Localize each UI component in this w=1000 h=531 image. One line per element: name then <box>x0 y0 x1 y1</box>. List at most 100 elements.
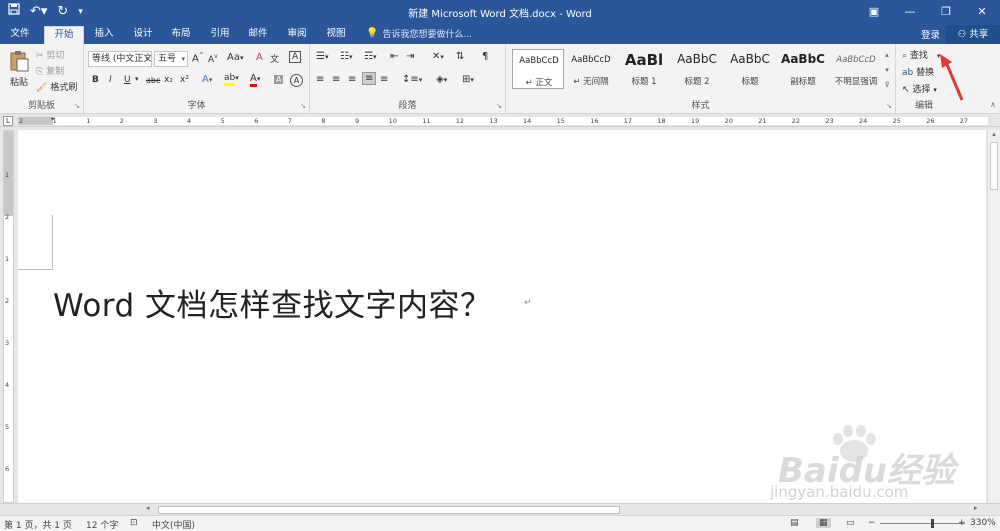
bold-button[interactable]: B <box>92 75 99 85</box>
tab-selector-icon[interactable]: L <box>3 116 13 126</box>
clipboard-icon <box>10 51 29 72</box>
tab-mailings[interactable]: 邮件 <box>242 26 274 44</box>
minimize-icon[interactable]: — <box>892 0 928 24</box>
paste-button[interactable]: 粘贴 <box>6 50 32 88</box>
tab-references[interactable]: 引用 <box>204 26 236 44</box>
ribbon-display-icon[interactable]: ▣ <box>856 0 892 24</box>
change-case-button[interactable]: Aa▾ <box>227 52 243 63</box>
justify-icon[interactable]: ≡ <box>362 72 377 85</box>
borders-icon[interactable]: ⊞▾ <box>462 74 474 85</box>
chevron-up-icon[interactable]: ▴ <box>882 48 892 63</box>
style-heading-1[interactable]: AaBl 标题 1 <box>618 49 670 89</box>
zoom-out-icon[interactable]: − <box>868 518 876 528</box>
zoom-in-icon[interactable]: + <box>958 518 966 528</box>
subscript-button[interactable]: x₂ <box>164 75 173 85</box>
char-shading-button[interactable]: A <box>274 75 284 84</box>
text-effects-button[interactable]: A▾ <box>202 74 212 85</box>
font-size-dropdown[interactable]: 五号 ▾ <box>154 51 188 67</box>
strikethrough-button[interactable]: abc <box>146 76 160 85</box>
clipboard-launcher-icon[interactable]: ↘ <box>74 102 80 110</box>
vertical-scroll-thumb[interactable] <box>990 142 998 190</box>
underline-button[interactable]: U <box>124 75 131 85</box>
copy-button[interactable]: ⎘ 复制 <box>36 64 64 77</box>
underline-dropdown-icon[interactable]: ▾ <box>135 75 139 83</box>
word-count[interactable]: 12 个字 <box>86 518 118 531</box>
numbering-icon[interactable]: ☷▾ <box>340 51 352 62</box>
tab-insert[interactable]: 插入 <box>88 26 120 44</box>
read-mode-icon[interactable]: ▤ <box>790 518 799 528</box>
collapse-ribbon-icon[interactable]: ∧ <box>990 100 996 109</box>
vertical-scrollbar[interactable]: ▴ <box>987 130 1000 503</box>
italic-button[interactable]: I <box>109 75 112 85</box>
find-button[interactable]: ⌕ 查找 ▾ <box>902 48 940 61</box>
horizontal-scrollbar[interactable]: ◂ ▸ <box>0 503 1000 515</box>
style-title[interactable]: AaBbC 标题 <box>724 49 776 89</box>
align-right-icon[interactable]: ≡ <box>348 74 356 85</box>
restore-icon[interactable]: ❐ <box>928 0 964 24</box>
proofing-icon[interactable]: ⊡ <box>130 518 138 528</box>
tell-me-box[interactable]: 💡 告诉我您想要做什么... <box>366 27 472 40</box>
sort-icon[interactable]: ⇅ <box>456 51 464 62</box>
horizontal-scroll-thumb[interactable] <box>158 506 620 514</box>
format-painter-button[interactable]: 🖌 格式刷 <box>36 80 77 93</box>
paragraph-launcher-icon[interactable]: ↘ <box>496 102 502 110</box>
share-button[interactable]: ⚇ 共享 <box>946 25 1000 44</box>
page-count[interactable]: 第 1 页，共 1 页 <box>4 518 72 531</box>
replace-button[interactable]: ab 替换 <box>902 65 934 78</box>
align-left-icon[interactable]: ≡ <box>316 74 324 85</box>
superscript-button[interactable]: x² <box>180 75 189 85</box>
show-marks-icon[interactable]: ¶ <box>482 51 488 62</box>
print-layout-icon[interactable]: ▦ <box>816 518 831 528</box>
style-no-spacing[interactable]: AaBbCcD ↵ 无间隔 <box>565 49 617 89</box>
enclose-char-button[interactable]: A <box>290 74 303 87</box>
zoom-slider-thumb[interactable] <box>931 519 934 528</box>
style-subtle-emphasis[interactable]: AaBbCcD 不明显强调 <box>830 49 882 89</box>
language-indicator[interactable]: 中文(中国) <box>152 518 195 531</box>
font-color-button[interactable]: A▾ <box>250 73 260 87</box>
close-icon[interactable]: ✕ <box>964 0 1000 24</box>
line-spacing-icon[interactable]: ↕≡▾ <box>402 74 422 85</box>
tab-view[interactable]: 视图 <box>320 26 352 44</box>
align-center-icon[interactable]: ≡ <box>332 74 340 85</box>
style-normal[interactable]: AaBbCcD ↵ 正文 <box>512 49 564 89</box>
scroll-left-icon[interactable]: ◂ <box>146 504 150 512</box>
chinese-layout-icon[interactable]: ✕▾ <box>432 51 444 62</box>
tab-layout[interactable]: 布局 <box>165 26 197 44</box>
highlight-button[interactable]: ab▾ <box>224 73 239 86</box>
tab-file[interactable]: 文件 <box>2 26 38 44</box>
shading-icon[interactable]: ◈▾ <box>436 74 447 85</box>
decrease-indent-icon[interactable]: ⇤ <box>390 51 398 62</box>
scroll-up-icon[interactable]: ▴ <box>988 130 1000 138</box>
zoom-level[interactable]: 330% <box>970 518 996 528</box>
web-layout-icon[interactable]: ▭ <box>846 518 855 528</box>
cut-button[interactable]: ✂ 剪切 <box>36 48 64 61</box>
chevron-down-icon[interactable]: ▾ <box>882 63 892 78</box>
font-name-dropdown[interactable]: 等线 (中文正文 ▾ <box>88 51 152 67</box>
shrink-font-button[interactable]: Av <box>208 53 218 65</box>
styles-launcher-icon[interactable]: ↘ <box>886 102 892 110</box>
increase-indent-icon[interactable]: ⇥ <box>406 51 414 62</box>
style-heading-2[interactable]: AaBbC 标题 2 <box>671 49 723 89</box>
bullets-icon[interactable]: ☰▾ <box>316 51 328 62</box>
multilevel-list-icon[interactable]: ☶▾ <box>364 51 376 62</box>
grow-font-button[interactable]: A^ <box>192 52 204 64</box>
document-heading[interactable]: Word 文档怎样查找文字内容？ <box>53 280 492 325</box>
select-button[interactable]: ↖ 选择 ▾ <box>902 82 937 95</box>
tab-design[interactable]: 设计 <box>127 26 159 44</box>
vruler-tick-label: 4 <box>5 381 10 389</box>
vruler-tick-label: 3 <box>5 339 10 347</box>
zoom-slider[interactable] <box>880 523 965 524</box>
phonetic-guide-button[interactable]: 文 <box>270 52 279 65</box>
distributed-icon[interactable]: ≡ <box>380 74 388 85</box>
clear-format-button[interactable]: A <box>256 52 263 63</box>
gallery-scroll[interactable]: ▴ ▾ ⊽ <box>882 48 892 94</box>
ruler-bar[interactable] <box>18 117 988 125</box>
tab-review[interactable]: 审阅 <box>281 26 313 44</box>
char-border-button[interactable]: A <box>289 51 302 63</box>
gallery-more-icon[interactable]: ⊽ <box>882 78 892 93</box>
tab-home[interactable]: 开始 <box>44 26 84 44</box>
style-subtitle[interactable]: AaBbC 副标题 <box>777 49 829 89</box>
login-link[interactable]: 登录 <box>921 27 940 41</box>
scroll-right-icon[interactable]: ▸ <box>974 504 978 512</box>
font-launcher-icon[interactable]: ↘ <box>300 102 306 110</box>
